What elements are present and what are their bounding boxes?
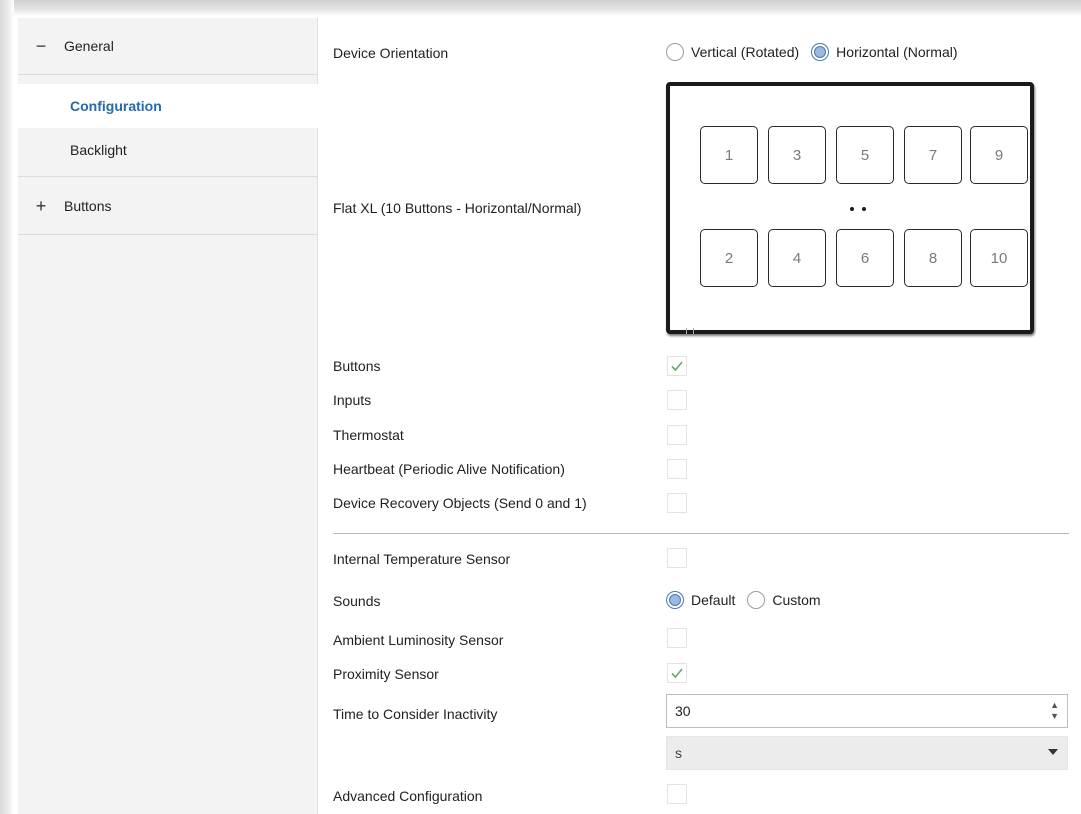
internal-temp-checkbox[interactable] [667, 548, 687, 568]
radio-custom[interactable] [747, 591, 766, 609]
device-button-5: 5 [836, 126, 894, 184]
device-button-7: 7 [904, 126, 962, 184]
tree-group-label: General [64, 38, 114, 54]
collapse-icon[interactable]: − [18, 36, 64, 57]
device-connector-tick [686, 328, 694, 334]
radio-horizontal-label: Horizontal (Normal) [836, 44, 958, 60]
expand-icon[interactable]: + [18, 196, 64, 217]
inactivity-unit-value: s [675, 745, 682, 761]
device-button-2: 2 [700, 229, 758, 287]
sounds-label: Sounds [333, 593, 381, 609]
radio-horizontal[interactable] [811, 43, 830, 61]
tree-group-label: Buttons [64, 198, 112, 214]
config-panel: Device Orientation Vertical (Rotated) Ho… [318, 18, 1081, 814]
recovery-objects-label: Device Recovery Objects (Send 0 and 1) [333, 495, 587, 511]
inactivity-unit-select[interactable]: s [666, 736, 1068, 770]
device-preview: 1 3 5 7 9 2 4 6 8 10 [666, 82, 1034, 334]
radio-custom-label: Custom [772, 592, 821, 608]
proximity-sensor-checkbox[interactable] [667, 663, 687, 683]
inactivity-time-value: 30 [675, 703, 691, 719]
ambient-luminosity-checkbox[interactable] [667, 628, 687, 648]
inputs-checkbox[interactable] [667, 390, 687, 410]
device-button-1: 1 [700, 126, 758, 184]
sidebar: − General Configuration Backlight + Butt… [18, 18, 320, 814]
inactivity-time-input[interactable]: 30 ▲ ▼ [666, 694, 1068, 728]
section-separator [333, 533, 1069, 534]
inputs-label: Inputs [333, 392, 372, 408]
device-button-8: 8 [904, 229, 962, 287]
heartbeat-checkbox[interactable] [667, 459, 687, 479]
spinner-arrows-icon[interactable]: ▲ ▼ [1050, 700, 1059, 722]
thermostat-label: Thermostat [333, 427, 404, 443]
radio-vertical-label: Vertical (Rotated) [691, 44, 800, 60]
divider [18, 74, 318, 75]
heartbeat-label: Heartbeat (Periodic Alive Notification) [333, 461, 565, 477]
device-button-4: 4 [768, 229, 826, 287]
recovery-objects-checkbox[interactable] [667, 493, 687, 513]
proximity-sensor-label: Proximity Sensor [333, 666, 439, 682]
device-orientation-label: Device Orientation [333, 45, 449, 61]
device-button-10: 10 [970, 229, 1028, 287]
orientation-radio-group: Vertical (Rotated) Horizontal (Normal) [666, 43, 970, 61]
tree-group-general[interactable]: − General [18, 18, 318, 74]
inactivity-time-label: Time to Consider Inactivity [333, 706, 498, 722]
device-button-9: 9 [970, 126, 1028, 184]
sidebar-item-backlight[interactable]: Backlight [18, 128, 318, 172]
advanced-config-checkbox[interactable] [667, 784, 687, 804]
sidebar-item-label: Configuration [70, 98, 162, 114]
advanced-config-label: Advanced Configuration [333, 788, 483, 804]
radio-vertical[interactable] [666, 43, 684, 61]
sidebar-item-label: Backlight [70, 142, 127, 158]
radio-default-label: Default [691, 592, 736, 608]
chevron-down-icon [1048, 749, 1058, 755]
checkmark-icon [671, 668, 683, 679]
checkmark-icon [671, 361, 683, 372]
sidebar-item-configuration[interactable]: Configuration [18, 84, 320, 128]
buttons-checkbox[interactable] [667, 356, 687, 376]
divider [18, 234, 318, 235]
radio-default[interactable] [666, 591, 684, 609]
divider [18, 176, 318, 177]
device-model-label: Flat XL (10 Buttons - Horizontal/Normal) [333, 200, 582, 216]
ambient-luminosity-label: Ambient Luminosity Sensor [333, 632, 504, 648]
device-led-dot [862, 207, 866, 211]
thermostat-checkbox[interactable] [667, 425, 687, 445]
tree-group-buttons[interactable]: + Buttons [18, 178, 318, 234]
window-shadow-left [0, 0, 14, 814]
sounds-radio-group: Default Custom [666, 591, 833, 609]
window-shadow-top [0, 0, 1081, 16]
device-led-dot [850, 207, 854, 211]
device-button-6: 6 [836, 229, 894, 287]
buttons-label: Buttons [333, 358, 381, 374]
internal-temp-label: Internal Temperature Sensor [333, 551, 511, 567]
device-button-3: 3 [768, 126, 826, 184]
